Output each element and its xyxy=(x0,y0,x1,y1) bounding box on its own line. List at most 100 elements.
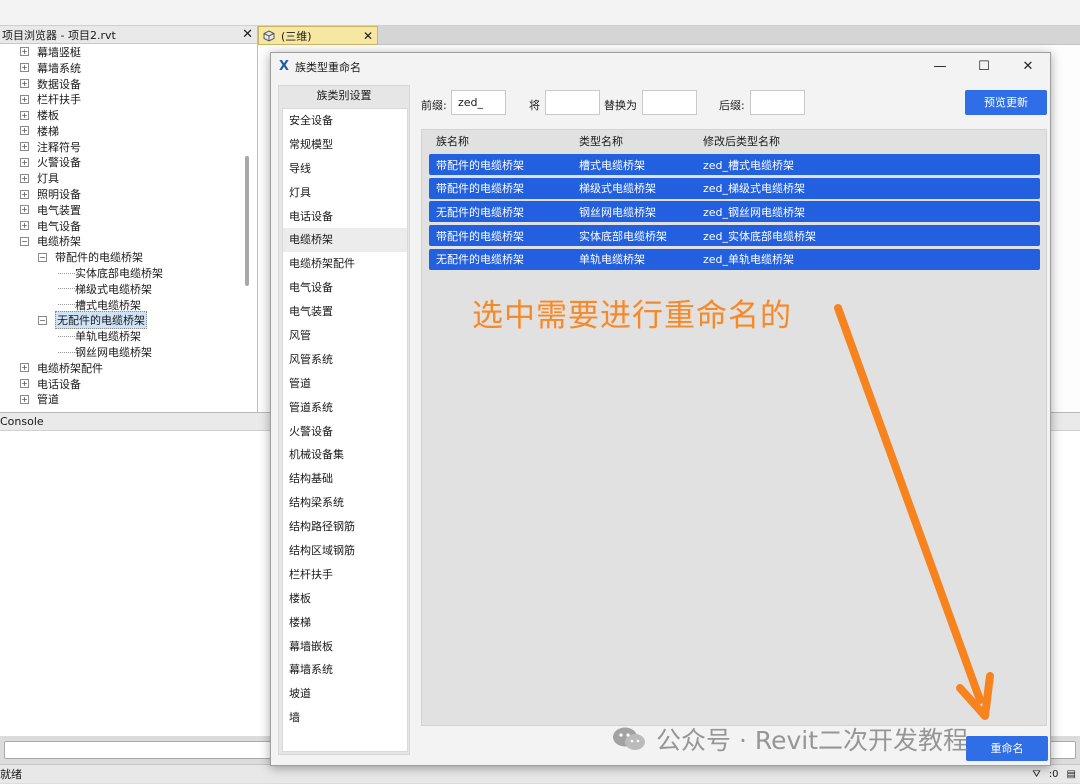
tree-item[interactable]: − 无配件的电缆桥架 xyxy=(0,311,257,330)
tree-item[interactable]: + 管道 xyxy=(0,392,257,408)
tree-item[interactable]: + 电气设备 xyxy=(0,218,257,234)
expand-icon[interactable]: + xyxy=(20,126,29,136)
category-item[interactable]: 结构路径钢筋 xyxy=(283,515,407,539)
table-row[interactable]: 带配件的电缆桥架 实体底部电缆桥架 zed_实体底部电缆桥架 xyxy=(429,225,1040,247)
tree-item[interactable]: − 电缆桥架 xyxy=(0,234,257,250)
tree-item[interactable]: 槽式电缆桥架 xyxy=(0,297,257,313)
replace-from-label: 将 xyxy=(529,99,540,112)
expand-icon[interactable]: + xyxy=(20,221,29,231)
suffix-input[interactable] xyxy=(750,90,805,115)
preview-update-button[interactable]: 预览更新 xyxy=(965,90,1047,115)
table-row[interactable]: 带配件的电缆桥架 梯级式电缆桥架 zed_梯级式电缆桥架 xyxy=(429,177,1040,199)
category-item[interactable]: 楼板 xyxy=(283,587,407,611)
column-header-type[interactable]: 类型名称 xyxy=(579,133,623,149)
tree-item[interactable]: + 幕墙系统 xyxy=(0,60,257,76)
expand-icon[interactable]: + xyxy=(20,173,29,183)
tab-3d-view[interactable]: (三维) ✕ xyxy=(258,26,378,45)
expand-icon[interactable]: + xyxy=(20,142,29,152)
renamed-cell: zed_单轨电缆桥架 xyxy=(703,253,795,267)
category-item[interactable]: 管道系统 xyxy=(283,396,407,420)
tree-item[interactable]: + 楼梯 xyxy=(0,123,257,139)
prefix-input[interactable]: zed_ xyxy=(451,90,506,115)
tree-item[interactable]: − 带配件的电缆桥架 xyxy=(0,249,257,265)
collapse-icon[interactable]: − xyxy=(20,236,29,246)
tree-connector xyxy=(58,304,75,306)
tree-item[interactable]: + 照明设备 xyxy=(0,186,257,202)
tree-item[interactable]: 实体底部电缆桥架 xyxy=(0,265,257,281)
category-item[interactable]: 墙 xyxy=(283,706,407,730)
close-icon[interactable]: ✕ xyxy=(363,29,373,43)
category-item[interactable]: 结构基础 xyxy=(283,467,407,491)
renamed-cell: zed_钢丝网电缆桥架 xyxy=(703,205,806,219)
maximize-button[interactable]: ☐ xyxy=(962,53,1006,80)
expand-icon[interactable]: + xyxy=(20,94,29,104)
project-browser-title: 项目浏览器 - 项目2.rvt xyxy=(2,28,116,42)
category-item[interactable]: 结构区域钢筋 xyxy=(283,539,407,563)
replace-to-label: 替换为 xyxy=(604,99,637,112)
expand-icon[interactable]: + xyxy=(20,63,29,73)
expand-icon[interactable]: + xyxy=(20,189,29,199)
category-item[interactable]: 电话设备 xyxy=(283,205,407,229)
expand-icon[interactable]: + xyxy=(20,157,29,167)
filter-icon[interactable]: ⛛ xyxy=(1032,765,1040,784)
tree-item[interactable]: + 栏杆扶手 xyxy=(0,91,257,107)
category-item[interactable]: 幕墙嵌板 xyxy=(283,635,407,659)
category-item[interactable]: 电缆桥架配件 xyxy=(283,252,407,276)
rename-button[interactable]: 重命名 xyxy=(966,736,1048,761)
category-item[interactable]: 管道 xyxy=(283,372,407,396)
minimize-button[interactable]: — xyxy=(918,53,962,80)
category-item[interactable]: 导线 xyxy=(283,157,407,181)
category-item[interactable]: 电气设备 xyxy=(283,276,407,300)
replace-to-input[interactable] xyxy=(642,90,697,115)
tree-item[interactable]: + 电话设备 xyxy=(0,376,257,392)
expand-icon[interactable]: + xyxy=(20,363,29,373)
tree-item[interactable]: 梯级式电缆桥架 xyxy=(0,281,257,297)
status-right: ⛛ :0 ▤ xyxy=(1032,765,1076,784)
category-item[interactable]: 楼梯 xyxy=(283,611,407,635)
tree-item[interactable]: + 电缆桥架配件 xyxy=(0,360,257,376)
category-item[interactable]: 火警设备 xyxy=(283,420,407,444)
category-item[interactable]: 常规模型 xyxy=(283,133,407,157)
tree-item-label: 单轨电缆桥架 xyxy=(75,330,141,344)
category-item[interactable]: 幕墙系统 xyxy=(283,658,407,682)
table-row[interactable]: 无配件的电缆桥架 钢丝网电缆桥架 zed_钢丝网电缆桥架 xyxy=(429,201,1040,223)
expand-icon[interactable]: + xyxy=(20,379,29,389)
tree-connector xyxy=(58,335,75,337)
column-header-renamed[interactable]: 修改后类型名称 xyxy=(703,133,780,149)
tree-item[interactable]: + 火警设备 xyxy=(0,155,257,171)
category-item[interactable]: 栏杆扶手 xyxy=(283,563,407,587)
close-icon[interactable]: ✕ xyxy=(242,27,253,42)
expand-icon[interactable]: + xyxy=(20,47,29,57)
close-button[interactable]: ✕ xyxy=(1006,53,1050,80)
category-item[interactable]: 结构梁系统 xyxy=(283,491,407,515)
tree-scrollbar[interactable] xyxy=(245,156,249,286)
tree-item[interactable]: + 楼板 xyxy=(0,107,257,123)
tree-item[interactable]: + 数据设备 xyxy=(0,76,257,92)
expand-icon[interactable]: + xyxy=(20,394,29,404)
tree-item[interactable]: + 电气装置 xyxy=(0,202,257,218)
tree-item[interactable]: 钢丝网电缆桥架 xyxy=(0,344,257,360)
tree-item[interactable]: 单轨电缆桥架 xyxy=(0,328,257,344)
category-item[interactable]: 机械设备集 xyxy=(283,443,407,467)
family-cell: 无配件的电缆桥架 xyxy=(436,253,524,267)
expand-icon[interactable]: + xyxy=(20,110,29,120)
category-item[interactable]: 坡道 xyxy=(283,682,407,706)
tree-item[interactable]: + 注释符号 xyxy=(0,139,257,155)
category-item[interactable]: 电气装置 xyxy=(283,300,407,324)
column-header-family[interactable]: 族名称 xyxy=(436,133,469,149)
tree-item[interactable]: + 幕墙竖梃 xyxy=(0,44,257,60)
category-item[interactable]: 电缆桥架 xyxy=(283,228,407,253)
table-row[interactable]: 带配件的电缆桥架 槽式电缆桥架 zed_槽式电缆桥架 xyxy=(429,154,1040,175)
category-item[interactable]: 灯具 xyxy=(283,181,407,205)
tree-item[interactable]: + 灯具 xyxy=(0,170,257,186)
collapse-icon[interactable]: − xyxy=(38,252,47,262)
category-item[interactable]: 风管系统 xyxy=(283,348,407,372)
replace-from-input[interactable] xyxy=(545,90,600,115)
expand-icon[interactable]: + xyxy=(20,205,29,215)
collapse-icon[interactable]: − xyxy=(38,315,47,325)
category-item[interactable]: 风管 xyxy=(283,324,407,348)
expand-icon[interactable]: + xyxy=(20,78,29,88)
category-item[interactable]: 安全设备 xyxy=(283,109,407,133)
panel-icon[interactable]: ▤ xyxy=(1067,765,1076,784)
table-row[interactable]: 无配件的电缆桥架 单轨电缆桥架 zed_单轨电缆桥架 xyxy=(429,248,1040,270)
